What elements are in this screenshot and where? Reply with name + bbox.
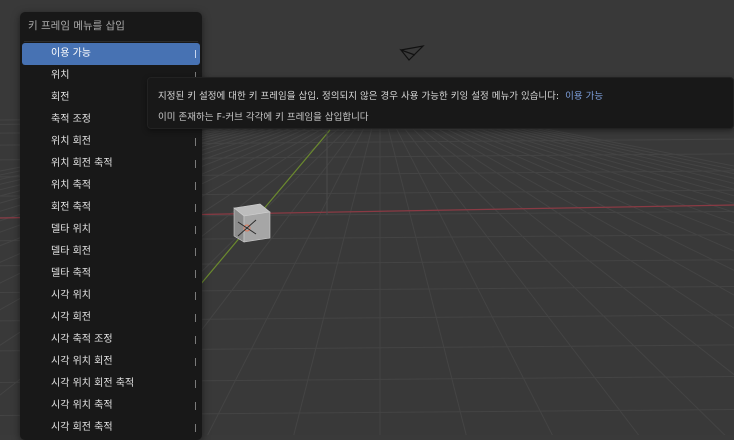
menu-item-label: 델타 위치	[51, 224, 91, 235]
menu-item-label: 시각 축적 조정	[51, 334, 113, 345]
menu-item[interactable]: 델타 회전	[22, 241, 200, 263]
menu-item[interactable]: 시각 회전 축적	[22, 417, 200, 439]
menu-item[interactable]: 시각 위치	[22, 285, 200, 307]
tooltip-description-line: 지정된 키 설정에 대한 키 프레임을 삽입. 정의되지 않은 경우 사용 가능…	[158, 88, 603, 102]
menu-item-indicator	[195, 160, 196, 168]
menu-item[interactable]: 시각 위치 회전 축적	[22, 373, 200, 395]
menu-item-label: 시각 회전	[51, 312, 91, 323]
menu-item-label: 시각 회전 축적	[51, 422, 113, 433]
menu-item-label: 시각 위치	[51, 290, 91, 301]
menu-item-label: 시각 위치 회전 축적	[51, 378, 135, 389]
camera-object[interactable]	[399, 45, 425, 61]
menu-title: 키 프레임 메뉴를 삽입	[28, 20, 125, 32]
menu-item-indicator	[195, 292, 196, 300]
menu-item-label: 위치	[51, 70, 70, 81]
menu-item[interactable]: 이용 가능	[22, 43, 200, 65]
menu-item-label: 위치 회전 축적	[51, 158, 113, 169]
menu-item-label: 델타 회전	[51, 246, 91, 257]
menu-item-label: 시각 위치 회전	[51, 356, 113, 367]
menu-item[interactable]: 델타 위치	[22, 219, 200, 241]
menu-item[interactable]: 시각 축적 조정	[22, 329, 200, 351]
menu-separator	[24, 41, 198, 42]
menu-item-indicator	[195, 248, 196, 256]
tooltip: 지정된 키 설정에 대한 키 프레임을 삽입. 정의되지 않은 경우 사용 가능…	[147, 77, 734, 129]
tooltip-description: 지정된 키 설정에 대한 키 프레임을 삽입. 정의되지 않은 경우 사용 가능…	[158, 91, 560, 102]
menu-item-label: 회전	[51, 92, 70, 103]
menu-item-indicator	[195, 204, 196, 212]
menu-item-indicator	[195, 182, 196, 190]
menu-item-indicator	[195, 50, 196, 58]
tooltip-value: 이용 가능	[565, 91, 604, 102]
menu-item-indicator	[195, 380, 196, 388]
menu-item-indicator	[195, 424, 196, 432]
menu-item-label: 축적 조정	[51, 114, 91, 125]
menu-item-indicator	[195, 336, 196, 344]
cube-object[interactable]	[233, 203, 271, 243]
menu-item-label: 델타 축적	[51, 268, 91, 279]
menu-item-label: 위치 축적	[51, 180, 91, 191]
menu-item[interactable]: 위치 축적	[22, 175, 200, 197]
menu-item[interactable]: 위치 회전	[22, 131, 200, 153]
menu-item-label: 회전 축적	[51, 202, 91, 213]
tooltip-detail: 이미 존재하는 F-커브 각각에 키 프레임을 삽입합니다	[158, 112, 369, 123]
menu-item[interactable]: 회전 축적	[22, 197, 200, 219]
menu-item-label: 이용 가능	[51, 48, 91, 59]
menu-item-indicator	[195, 138, 196, 146]
menu-item-label: 위치 회전	[51, 136, 91, 147]
menu-item[interactable]: 델타 축적	[22, 263, 200, 285]
menu-item-indicator	[195, 358, 196, 366]
menu-item-indicator	[195, 402, 196, 410]
menu-item-indicator	[195, 314, 196, 322]
menu-item[interactable]: 시각 회전	[22, 307, 200, 329]
menu-item-label: 시각 위치 축적	[51, 400, 113, 411]
menu-item-indicator	[195, 226, 196, 234]
menu-item[interactable]: 위치 회전 축적	[22, 153, 200, 175]
menu-item[interactable]: 시각 위치 회전	[22, 351, 200, 373]
menu-item-indicator	[195, 270, 196, 278]
menu-item[interactable]: 시각 위치 축적	[22, 395, 200, 417]
